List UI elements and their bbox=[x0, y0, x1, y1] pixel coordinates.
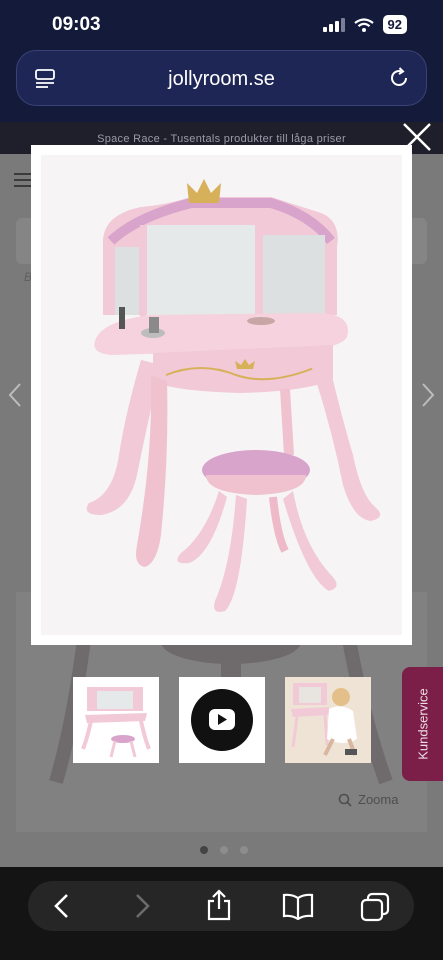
toolbar-pill bbox=[28, 881, 414, 931]
url-text: jollyroom.se bbox=[168, 68, 275, 90]
thumbnail-vanity[interactable] bbox=[73, 677, 159, 763]
chevron-left-icon[interactable] bbox=[8, 382, 22, 408]
chevron-right-icon[interactable] bbox=[421, 382, 435, 408]
lifestyle-thumbnail-image bbox=[285, 677, 371, 763]
browser-header: jollyroom.se bbox=[0, 48, 443, 122]
address-bar[interactable]: jollyroom.se bbox=[16, 50, 427, 106]
status-bar: 09:03 92 bbox=[0, 0, 443, 48]
carousel-dot[interactable] bbox=[220, 846, 228, 854]
zoom-label: Zooma bbox=[358, 792, 399, 807]
thumbnail-lifestyle[interactable] bbox=[285, 677, 371, 763]
clock: 09:03 bbox=[52, 14, 101, 35]
product-image[interactable] bbox=[41, 155, 402, 635]
battery-icon: 92 bbox=[382, 15, 407, 34]
carousel-dot[interactable] bbox=[200, 846, 208, 854]
zoom-button[interactable]: Zooma bbox=[338, 792, 398, 807]
signal-icon bbox=[322, 17, 345, 32]
thumbnail-strip bbox=[0, 677, 443, 763]
image-lightbox bbox=[31, 145, 412, 645]
share-icon[interactable] bbox=[206, 889, 232, 921]
tabs-icon[interactable] bbox=[360, 892, 390, 922]
reload-icon[interactable] bbox=[388, 67, 410, 89]
thumbnail-video[interactable] bbox=[179, 677, 265, 763]
customer-service-label: Kundservice bbox=[415, 688, 430, 760]
carousel-dots bbox=[200, 846, 248, 854]
vanity-table-illustration bbox=[86, 179, 381, 612]
play-icon bbox=[209, 709, 235, 730]
carousel-dot[interactable] bbox=[240, 846, 248, 854]
customer-service-tab[interactable]: Kundservice bbox=[402, 667, 443, 781]
magnifier-icon bbox=[338, 793, 352, 807]
wifi-icon bbox=[353, 17, 374, 32]
forward-icon[interactable] bbox=[132, 892, 152, 920]
video-play-badge bbox=[191, 689, 253, 751]
browser-toolbar bbox=[0, 867, 443, 960]
vanity-thumbnail-image bbox=[81, 687, 151, 758]
back-icon[interactable] bbox=[52, 892, 72, 920]
bookmarks-icon[interactable] bbox=[282, 892, 314, 920]
